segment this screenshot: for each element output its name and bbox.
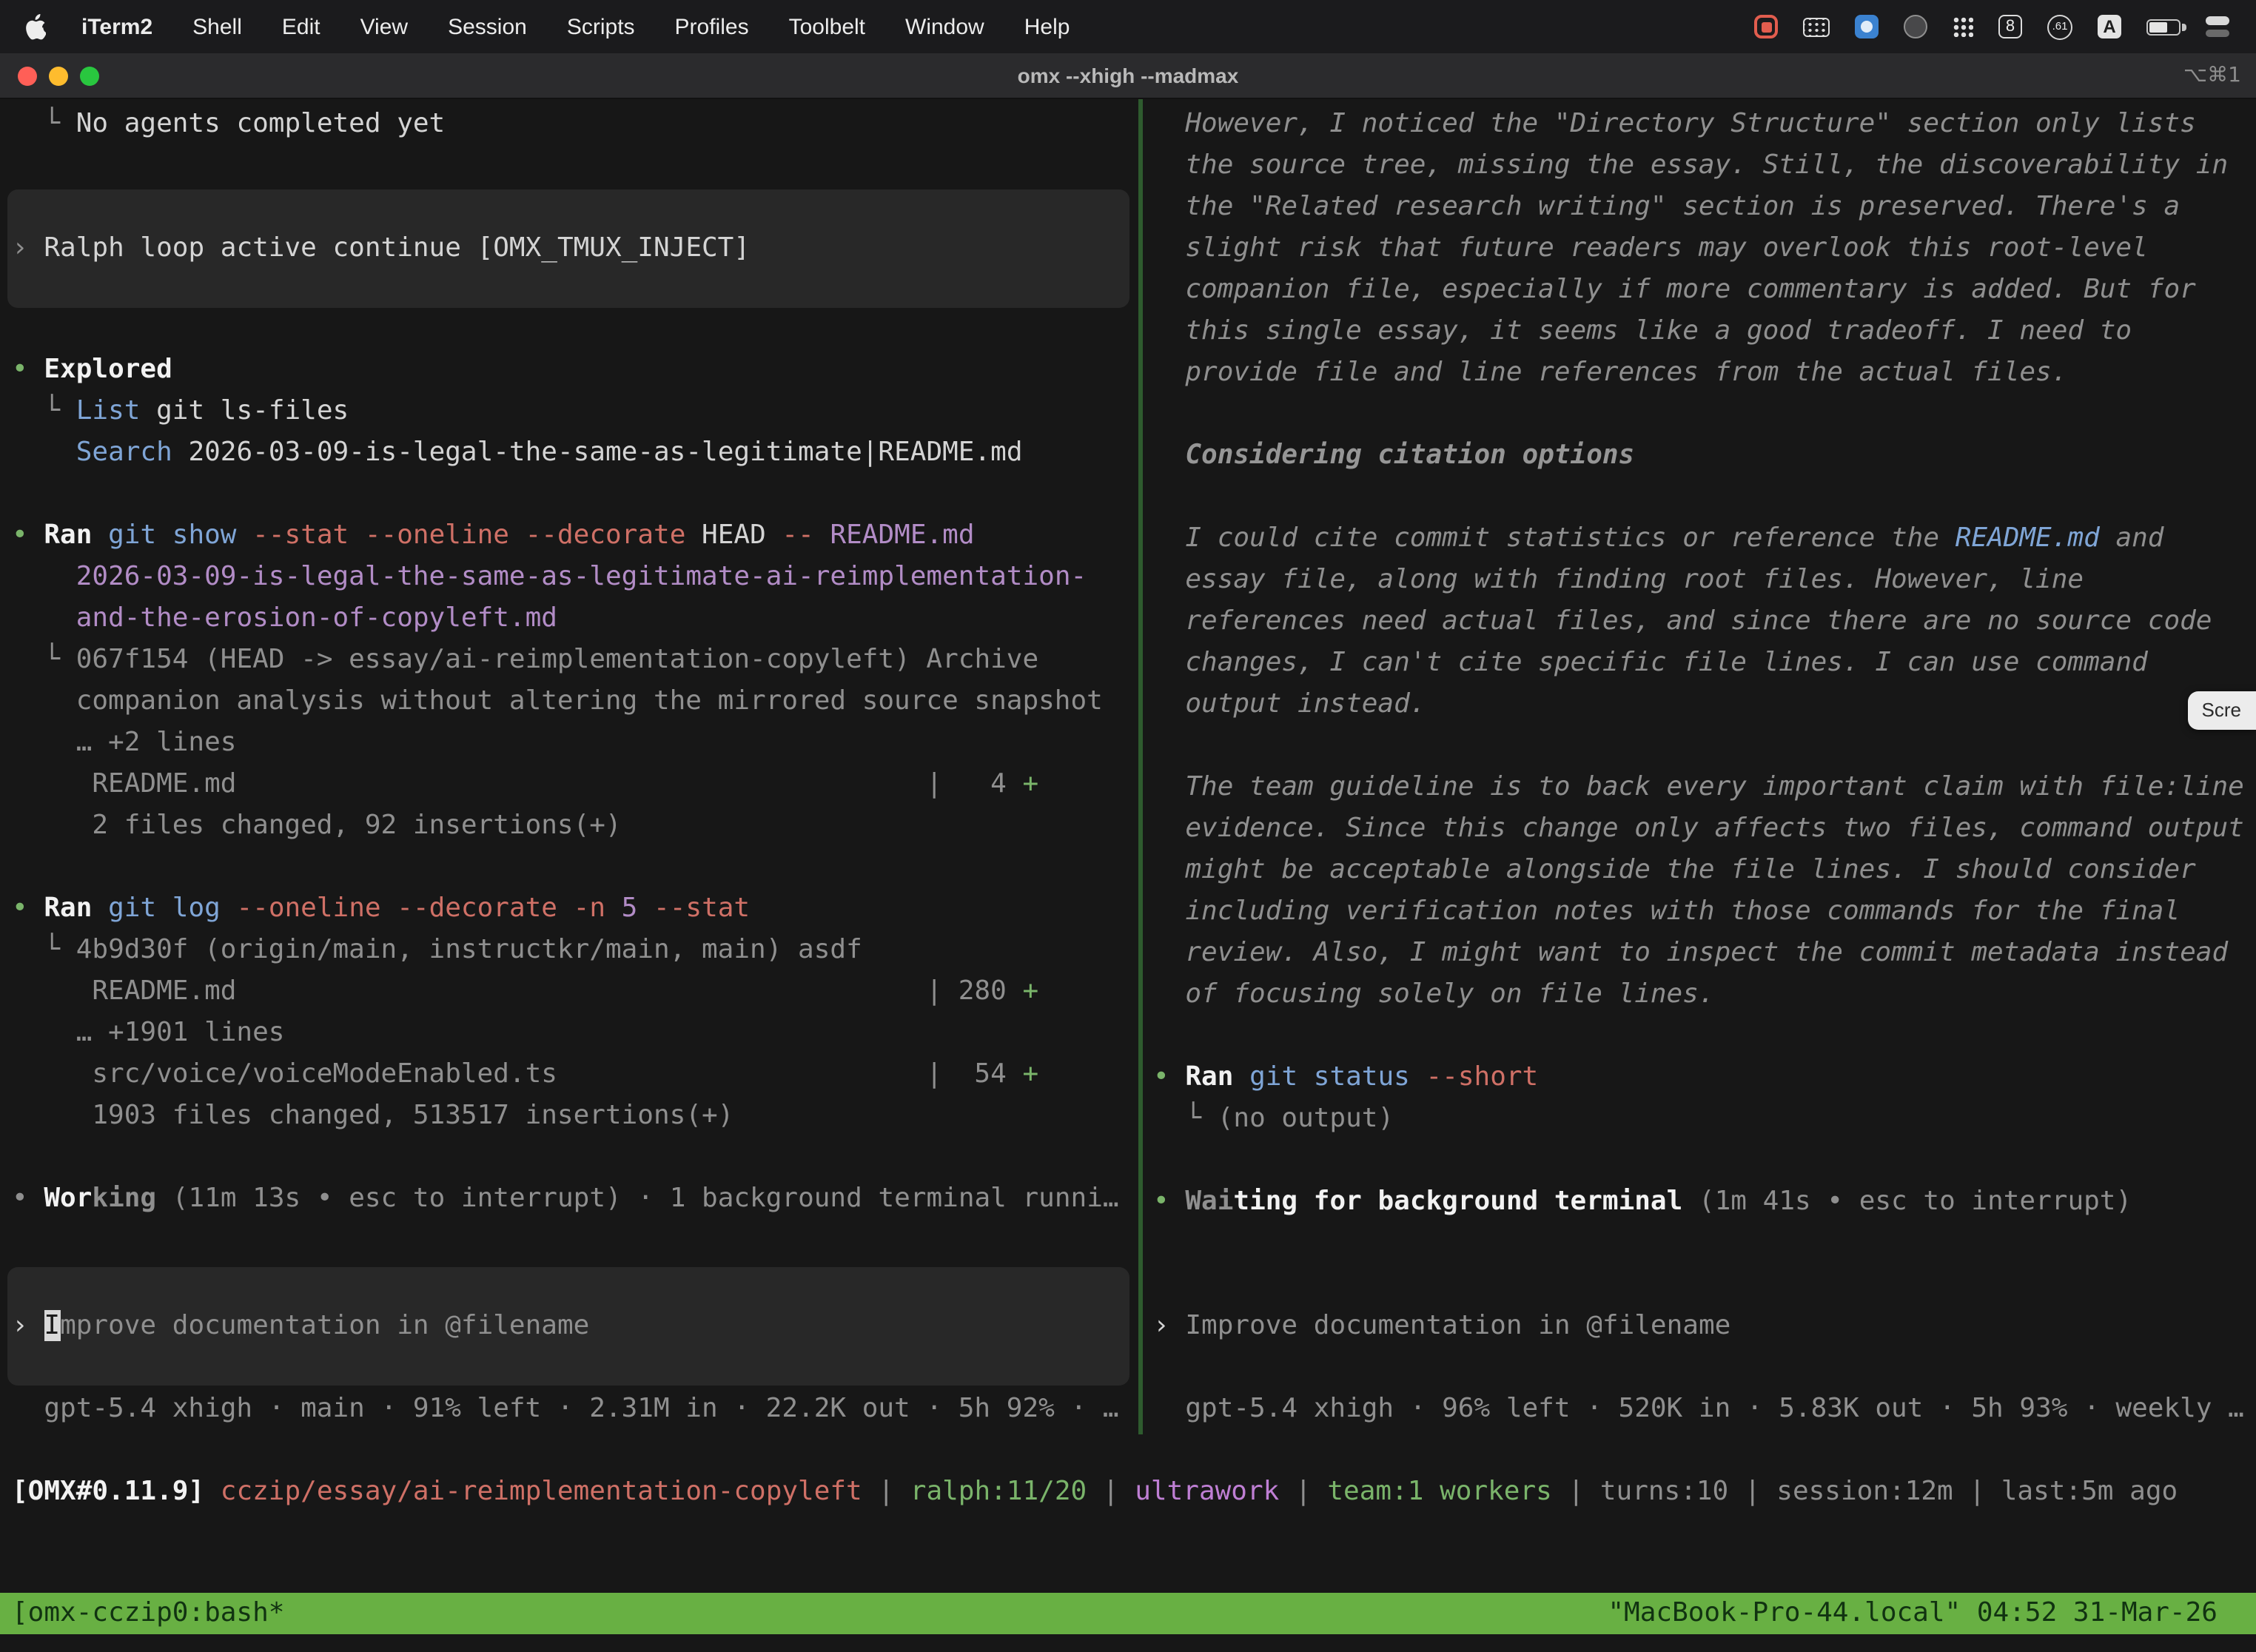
thinking-heading: Considering citation options bbox=[1185, 435, 2243, 477]
apple-menu-icon[interactable] bbox=[24, 13, 46, 40]
right-terminal-pane: However, I noticed the "Directory Struct… bbox=[1143, 99, 2256, 1434]
tmux-session-label: [omx-cczip0:bash* bbox=[12, 1593, 284, 1634]
blank-line bbox=[12, 474, 1127, 515]
menu-item-edit[interactable]: Edit bbox=[282, 14, 320, 39]
explored-header-line: • Explored bbox=[12, 349, 1127, 391]
diff-truncated-line: … +1901 lines bbox=[12, 1013, 1127, 1054]
ralph-inject-text: › Ralph loop active continue [OMX_TMUX_I… bbox=[12, 228, 750, 269]
menubar-status-icons: 8 .61 A bbox=[1754, 14, 2241, 39]
tmux-panes: └ No agents completed yet › Ralph loop a… bbox=[0, 99, 2256, 1434]
blank-line bbox=[12, 1137, 1127, 1178]
notification-peek[interactable]: Scre bbox=[2189, 691, 2256, 730]
no-output-line: └ (no output) bbox=[1153, 1098, 2253, 1140]
thinking-paragraph: However, I noticed the "Directory Struct… bbox=[1185, 104, 2243, 394]
menu-bar: iTerm2 Shell Edit View Session Scripts P… bbox=[0, 0, 2256, 53]
blank-line bbox=[1153, 1140, 2253, 1181]
menu-item-profiles[interactable]: Profiles bbox=[675, 14, 749, 39]
left-prompt-input[interactable]: › Improve documentation in @filename bbox=[7, 1267, 1129, 1386]
window-shortcut-badge: ⌥⌘1 bbox=[2183, 64, 2256, 87]
menu-item-shell[interactable]: Shell bbox=[192, 14, 242, 39]
diffstat-summary-line: 2 files changed, 92 insertions(+) bbox=[12, 805, 1127, 847]
left-pane-scrollback: • Explored └ List git ls-files Search 20… bbox=[12, 349, 1127, 1220]
commit-info-line: └ 067f154 (HEAD -> essay/ai-reimplementa… bbox=[12, 639, 1127, 681]
commit-info-line: └ 4b9d30f (origin/main, instructkr/main,… bbox=[12, 930, 1127, 971]
terminal: └ No agents completed yet › Ralph loop a… bbox=[0, 99, 2256, 1652]
command-arg-line: 2026-03-09-is-legal-the-same-as-legitima… bbox=[12, 557, 1127, 598]
tmux-host-time: "MacBook-Pro-44.local" 04:52 31-Mar-26 bbox=[1608, 1593, 2218, 1634]
blue-app-icon[interactable] bbox=[1855, 15, 1879, 38]
input-source-icon[interactable]: A bbox=[2098, 15, 2121, 38]
commit-info-line: companion analysis without altering the … bbox=[12, 681, 1127, 722]
diffstat-line: src/voice/voiceModeEnabled.ts | 54 + bbox=[12, 1054, 1127, 1095]
menu-item-scripts[interactable]: Scripts bbox=[567, 14, 635, 39]
blank-line bbox=[12, 847, 1127, 888]
battery-icon[interactable] bbox=[2146, 19, 2181, 35]
window-titlebar: omx --xhigh --madmax ⌥⌘1 bbox=[0, 53, 2256, 99]
git-log-command-line: • Ran git log --oneline --decorate -n 5 … bbox=[12, 888, 1127, 930]
command-arg-line: and-the-erosion-of-copyleft.md bbox=[12, 598, 1127, 639]
right-status-line: gpt-5.4 xhigh · 96% left · 520K in · 5.8… bbox=[1153, 1389, 2253, 1430]
menu-item-window[interactable]: Window bbox=[905, 14, 984, 39]
menu-item-session[interactable]: Session bbox=[448, 14, 527, 39]
menu-item-toolbelt[interactable]: Toolbelt bbox=[789, 14, 865, 39]
grid-icon[interactable] bbox=[1953, 16, 1973, 37]
right-prompt-line[interactable]: › Improve documentation in @filename bbox=[1153, 1306, 2253, 1347]
left-terminal-pane: └ No agents completed yet › Ralph loop a… bbox=[0, 99, 1138, 1434]
thinking-paragraph: I could cite commit statistics or refere… bbox=[1185, 518, 2243, 725]
git-status-command-line: • Ran git status --short bbox=[1153, 1057, 2253, 1098]
right-pane-footer: › Improve documentation in @filename gpt… bbox=[1153, 1306, 2253, 1434]
git-show-command-line: • Ran git show --stat --oneline --decora… bbox=[12, 515, 1127, 557]
diffstat-line: README.md | 4 + bbox=[12, 764, 1127, 805]
keycap-8-icon[interactable]: 8 bbox=[1998, 15, 2022, 38]
menu-item-iterm2[interactable]: iTerm2 bbox=[81, 14, 152, 39]
left-status-line: gpt-5.4 xhigh · main · 91% left · 2.31M … bbox=[12, 1389, 1127, 1430]
diffstat-summary-line: 1903 files changed, 513517 insertions(+) bbox=[12, 1095, 1127, 1137]
left-prompt-text: › Improve documentation in @filename bbox=[12, 1306, 589, 1347]
assistant-icon[interactable] bbox=[1904, 15, 1927, 38]
diff-truncated-line: … +2 lines bbox=[12, 722, 1127, 764]
search-line: Search 2026-03-09-is-legal-the-same-as-l… bbox=[12, 432, 1127, 474]
left-pane-footer: › Improve documentation in @filename gpt… bbox=[12, 1267, 1127, 1434]
diffstat-line: README.md | 280 + bbox=[12, 971, 1127, 1013]
control-center-icon[interactable] bbox=[2206, 16, 2232, 37]
window-title: omx --xhigh --madmax bbox=[0, 64, 2256, 87]
tmux-status-bar: [omx-cczip0:bash* "MacBook-Pro-44.local"… bbox=[0, 1593, 2256, 1634]
keyboard-icon[interactable] bbox=[1803, 17, 1830, 36]
menu-item-view[interactable]: View bbox=[360, 14, 409, 39]
git-ls-files-line: └ List git ls-files bbox=[12, 391, 1127, 432]
thinking-paragraph: The team guideline is to back every impo… bbox=[1185, 767, 2243, 1015]
ralph-inject-banner: › Ralph loop active continue [OMX_TMUX_I… bbox=[7, 189, 1129, 308]
terminal-spacer bbox=[0, 1513, 2256, 1593]
omx-status-bar: [OMX#0.11.9] cczip/essay/ai-reimplementa… bbox=[0, 1471, 2256, 1513]
agents-completed-line: └ No agents completed yet bbox=[12, 104, 1127, 145]
menu-item-help[interactable]: Help bbox=[1024, 14, 1070, 39]
working-status-line: • Working (11m 13s • esc to interrupt) ·… bbox=[12, 1178, 1127, 1220]
desktop: iTerm2 Shell Edit View Session Scripts P… bbox=[0, 0, 2256, 1652]
menu-items: iTerm2 Shell Edit View Session Scripts P… bbox=[81, 14, 1070, 39]
waiting-status-line: • Waiting for background terminal (1m 41… bbox=[1153, 1181, 2253, 1223]
load-gauge-icon[interactable]: .61 bbox=[2047, 14, 2072, 39]
screen-recording-icon[interactable] bbox=[1754, 15, 1778, 38]
